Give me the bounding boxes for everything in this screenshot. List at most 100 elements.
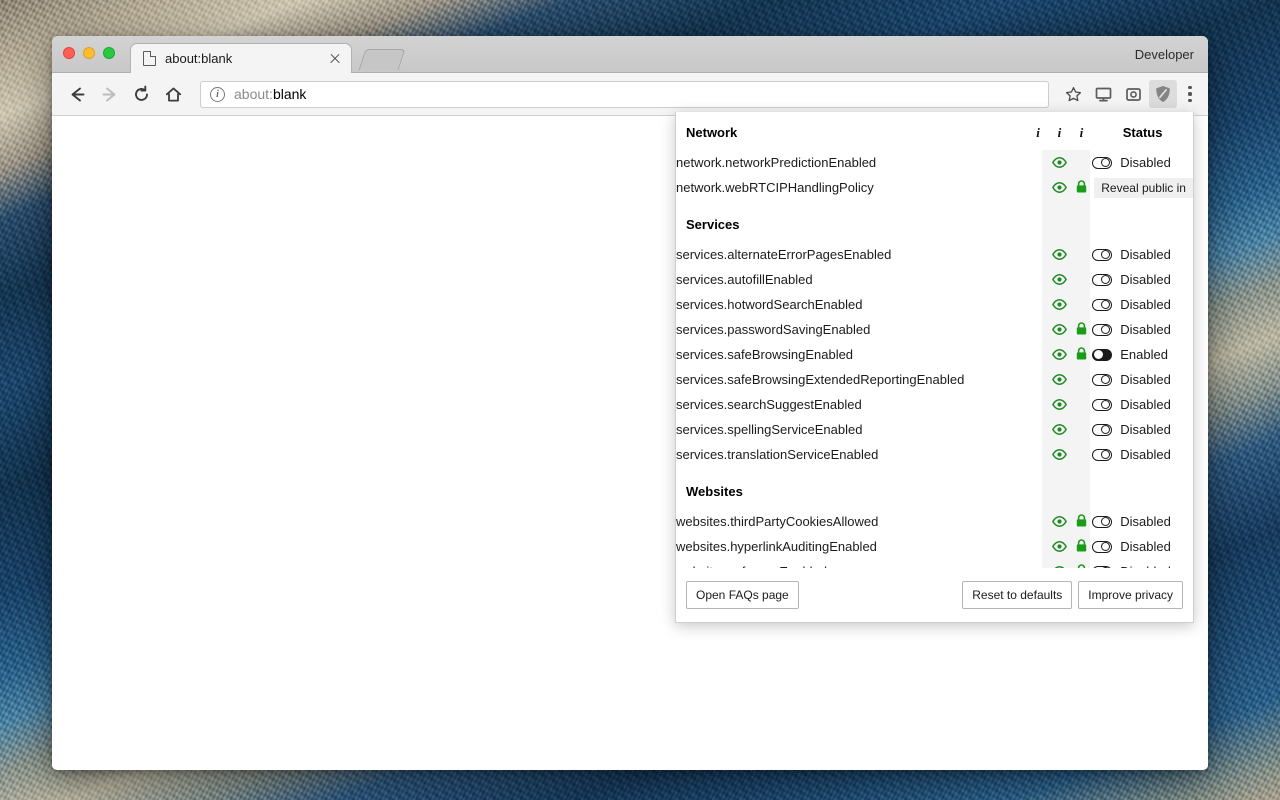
table-row[interactable]: services.safeBrowsingEnabledEnabled <box>676 342 1193 367</box>
eye-cell[interactable] <box>1048 342 1070 367</box>
eye-cell[interactable] <box>1048 442 1070 467</box>
status-cell[interactable]: Enabled <box>1092 342 1193 367</box>
status-toggle[interactable] <box>1092 541 1112 553</box>
lock-cell[interactable] <box>1071 175 1093 200</box>
eye-cell[interactable] <box>1048 417 1070 442</box>
eye-cell[interactable] <box>1048 175 1070 200</box>
minimize-window-button[interactable] <box>83 47 95 59</box>
info-icon-col-1[interactable]: i <box>1028 112 1048 150</box>
eye-icon[interactable] <box>1052 515 1067 530</box>
lock-icon[interactable] <box>1076 180 1087 196</box>
new-tab-button[interactable] <box>359 49 406 70</box>
status-toggle[interactable] <box>1092 424 1112 436</box>
eye-icon[interactable] <box>1052 448 1067 463</box>
status-toggle[interactable] <box>1092 449 1112 461</box>
star-icon[interactable] <box>1059 80 1087 108</box>
status-cell[interactable]: Disabled <box>1092 292 1193 317</box>
eye-icon[interactable] <box>1052 248 1067 263</box>
status-cell[interactable]: Disabled <box>1092 417 1193 442</box>
table-row[interactable]: services.searchSuggestEnabledDisabled <box>676 392 1193 417</box>
shield-icon[interactable] <box>1149 80 1177 108</box>
status-cell[interactable]: Disabled <box>1092 150 1193 175</box>
eye-icon[interactable] <box>1052 156 1067 171</box>
close-icon[interactable] <box>327 51 343 67</box>
reload-icon[interactable] <box>126 79 156 109</box>
lock-icon[interactable] <box>1076 514 1087 530</box>
lock-cell[interactable] <box>1071 534 1093 559</box>
table-row[interactable]: network.webRTCIPHandlingPolicyReveal pub… <box>676 175 1193 200</box>
table-row[interactable]: websites.thirdPartyCookiesAllowedDisable… <box>676 509 1193 534</box>
lock-cell[interactable] <box>1071 267 1093 292</box>
table-row[interactable]: websites.hyperlinkAuditingEnabledDisable… <box>676 534 1193 559</box>
improve-privacy-button[interactable]: Improve privacy <box>1078 581 1183 609</box>
eye-icon[interactable] <box>1052 398 1067 413</box>
lock-cell[interactable] <box>1071 292 1093 317</box>
lock-icon[interactable] <box>1076 322 1087 338</box>
close-window-button[interactable] <box>63 47 75 59</box>
table-row[interactable]: services.spellingServiceEnabledDisabled <box>676 417 1193 442</box>
status-toggle[interactable] <box>1092 157 1112 169</box>
status-toggle[interactable] <box>1092 274 1112 286</box>
status-cell[interactable]: Disabled <box>1092 509 1193 534</box>
table-row[interactable]: network.networkPredictionEnabledDisabled <box>676 150 1193 175</box>
screenshot-icon[interactable] <box>1119 80 1147 108</box>
status-toggle[interactable] <box>1092 249 1112 261</box>
eye-icon[interactable] <box>1052 423 1067 438</box>
lock-cell[interactable] <box>1071 342 1093 367</box>
address-bar[interactable]: about:blank <box>200 81 1049 108</box>
table-row[interactable]: services.safeBrowsingExtendedReportingEn… <box>676 367 1193 392</box>
status-toggle[interactable] <box>1092 324 1112 336</box>
eye-cell[interactable] <box>1048 292 1070 317</box>
status-cell[interactable]: Disabled <box>1092 534 1193 559</box>
eye-cell[interactable] <box>1048 392 1070 417</box>
lock-cell[interactable] <box>1071 150 1093 175</box>
back-arrow-icon[interactable] <box>62 79 92 109</box>
browser-tab[interactable]: about:blank <box>130 43 352 73</box>
status-cell[interactable]: Disabled <box>1092 317 1193 342</box>
status-select[interactable]: Reveal public in <box>1094 178 1193 198</box>
eye-icon[interactable] <box>1052 273 1067 288</box>
lock-icon[interactable] <box>1076 539 1087 555</box>
status-cell[interactable]: Reveal public in <box>1092 175 1193 200</box>
lock-cell[interactable] <box>1071 417 1093 442</box>
lock-cell[interactable] <box>1071 317 1093 342</box>
status-cell[interactable]: Disabled <box>1092 367 1193 392</box>
status-cell[interactable]: Disabled <box>1092 442 1193 467</box>
eye-icon[interactable] <box>1052 348 1067 363</box>
home-icon[interactable] <box>158 79 188 109</box>
table-row[interactable]: services.alternateErrorPagesEnabledDisab… <box>676 242 1193 267</box>
eye-icon[interactable] <box>1052 298 1067 313</box>
lock-icon[interactable] <box>1076 347 1087 363</box>
table-row[interactable]: services.translationServiceEnabledDisabl… <box>676 442 1193 467</box>
eye-cell[interactable] <box>1048 150 1070 175</box>
table-row[interactable]: services.hotwordSearchEnabledDisabled <box>676 292 1193 317</box>
status-toggle[interactable] <box>1092 374 1112 386</box>
status-toggle[interactable] <box>1092 349 1112 361</box>
lock-cell[interactable] <box>1071 509 1093 534</box>
status-toggle[interactable] <box>1092 299 1112 311</box>
eye-icon[interactable] <box>1052 181 1067 196</box>
eye-cell[interactable] <box>1048 534 1070 559</box>
maximize-window-button[interactable] <box>103 47 115 59</box>
info-circle-icon[interactable] <box>210 87 225 102</box>
eye-cell[interactable] <box>1048 317 1070 342</box>
lock-cell[interactable] <box>1071 367 1093 392</box>
status-cell[interactable]: Disabled <box>1092 267 1193 292</box>
lock-cell[interactable] <box>1071 392 1093 417</box>
eye-cell[interactable] <box>1048 509 1070 534</box>
eye-cell[interactable] <box>1048 367 1070 392</box>
table-row[interactable]: services.autofillEnabledDisabled <box>676 267 1193 292</box>
status-cell[interactable]: Disabled <box>1092 242 1193 267</box>
lock-cell[interactable] <box>1071 442 1093 467</box>
status-toggle[interactable] <box>1092 399 1112 411</box>
eye-cell[interactable] <box>1048 242 1070 267</box>
eye-icon[interactable] <box>1052 373 1067 388</box>
info-icon-col-2[interactable]: i <box>1048 112 1070 150</box>
eye-cell[interactable] <box>1048 267 1070 292</box>
open-faqs-button[interactable]: Open FAQs page <box>686 581 799 609</box>
table-row[interactable]: services.passwordSavingEnabledDisabled <box>676 317 1193 342</box>
status-toggle[interactable] <box>1092 516 1112 528</box>
eye-icon[interactable] <box>1052 323 1067 338</box>
three-dot-menu-icon[interactable] <box>1179 80 1201 108</box>
info-icon-col-3[interactable]: i <box>1071 112 1093 150</box>
